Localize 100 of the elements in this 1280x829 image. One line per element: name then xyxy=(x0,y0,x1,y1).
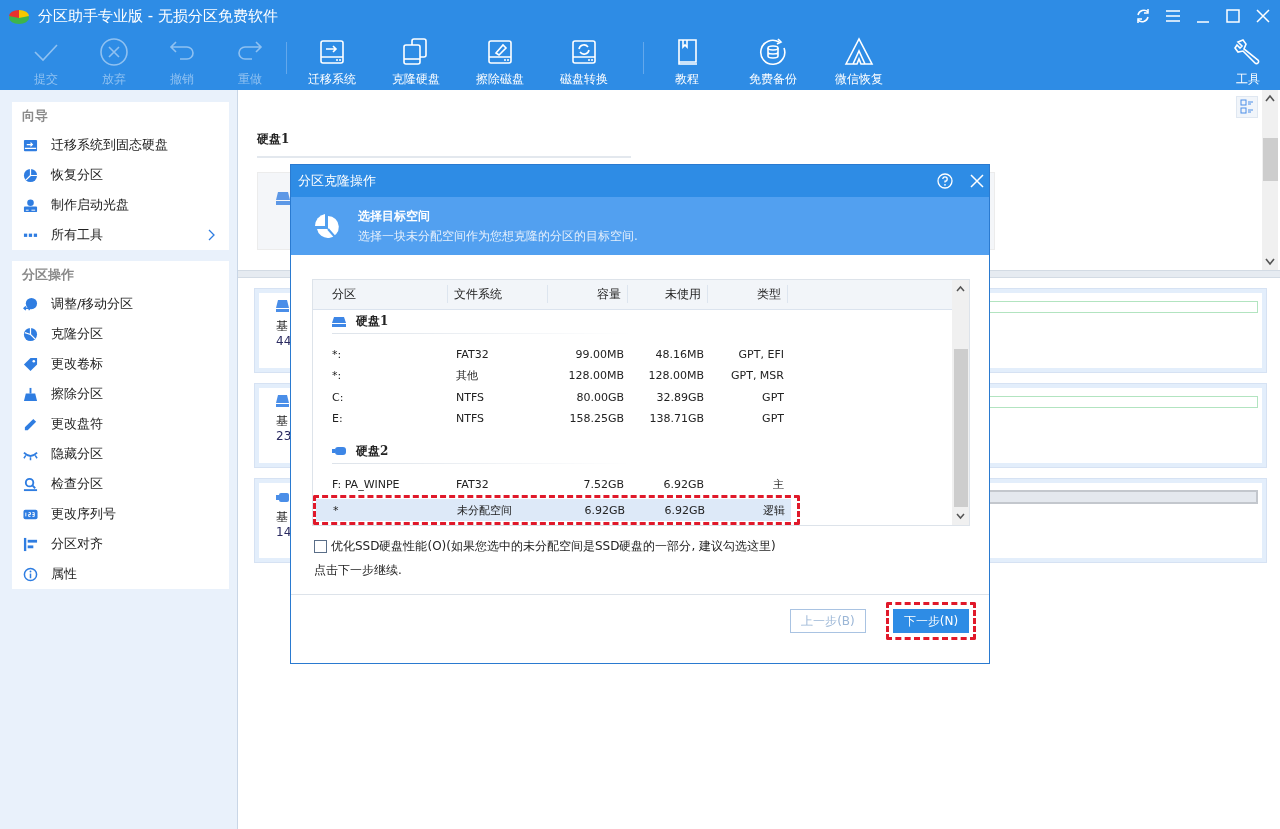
table-cell-text: 128.00MB xyxy=(567,369,625,383)
usb-drive-icon xyxy=(276,490,289,504)
disk-label: 基 xyxy=(276,319,288,333)
toolbar-button[interactable]: 擦除磁盘 xyxy=(458,32,542,90)
table-cell-text: FAT32 xyxy=(455,477,490,491)
column-header: 类型 xyxy=(708,285,788,304)
table-cell-text: 6.92GB xyxy=(583,503,626,517)
disk-label: 基 xyxy=(276,414,288,428)
checkbox-label[interactable]: 优化SSD硬盘性能(O)(如果您选中的未分配空间是SSD硬盘的一部分, 建议勾选这里) xyxy=(331,538,776,555)
table-cell-text: NTFS xyxy=(455,390,486,404)
table-cell-text: 主 xyxy=(772,476,785,492)
scroll-down-icon[interactable] xyxy=(1265,258,1275,266)
scroll-down-icon[interactable] xyxy=(956,513,965,520)
sidebar-item[interactable]: 更改盘符 xyxy=(12,409,229,439)
help-icon[interactable] xyxy=(937,173,953,189)
sidebar-item[interactable]: 隐藏分区 xyxy=(12,439,229,469)
toolbar-button[interactable]: 教程 xyxy=(644,32,730,90)
align-icon xyxy=(23,536,38,552)
drive-icon xyxy=(332,316,346,327)
table-row[interactable]: C: NTFS 80.00GB 32.89GB GPT xyxy=(315,386,790,408)
table-cell-text: 158.25GB xyxy=(568,411,625,425)
disk-title: 硬盘1 xyxy=(257,131,291,148)
sidebar-item[interactable]: 迁移系统到固态硬盘 xyxy=(12,130,229,160)
scroll-up-icon[interactable] xyxy=(956,285,965,292)
menu-icon[interactable] xyxy=(1164,7,1182,25)
view-toggle-icon[interactable] xyxy=(1236,96,1258,118)
pencil-icon xyxy=(23,416,38,432)
hint-text: 点击下一步继续. xyxy=(314,562,403,579)
table-cell-text: 80.00GB xyxy=(575,390,625,404)
sidebar-item[interactable]: 更改卷标 xyxy=(12,349,229,379)
table-cell-text: 7.52GB xyxy=(582,477,625,491)
magnifier-icon xyxy=(23,476,38,492)
table-cell-text: C: xyxy=(331,390,345,404)
app-logo-icon xyxy=(8,7,30,25)
drive-icon xyxy=(276,300,289,313)
usb-drive-icon xyxy=(332,446,346,457)
table-cell-text: 99.00MB xyxy=(574,348,625,362)
scrollbar-thumb[interactable] xyxy=(1262,138,1278,181)
close-icon[interactable] xyxy=(969,173,985,189)
sidebar-item[interactable]: 恢复分区 xyxy=(12,160,229,190)
table-row[interactable]: *: FAT32 99.00MB 48.16MB GPT, EFI xyxy=(315,344,790,366)
section-title: 分区操作 xyxy=(21,266,75,284)
sidebar-item[interactable]: 检查分区 xyxy=(12,469,229,499)
disk-name: 硬盘2 xyxy=(356,442,389,460)
column-header: 未使用 xyxy=(628,285,708,304)
table-cell-text: 未分配空间 xyxy=(456,502,513,518)
toolbar-button[interactable]: 微信恢复 xyxy=(816,32,902,90)
table-row[interactable]: E: NTFS 158.25GB 138.71GB GPT xyxy=(315,407,790,430)
database-icon xyxy=(757,36,789,68)
scroll-up-icon[interactable] xyxy=(1265,94,1275,102)
sidebar-item[interactable]: 克隆分区 xyxy=(12,319,229,349)
toolbar-button[interactable]: 免费备份 xyxy=(730,32,816,90)
toolbar-button[interactable]: 迁移系统 xyxy=(290,32,374,90)
maximize-icon[interactable] xyxy=(1224,7,1242,25)
table-cell-text: 138.71GB xyxy=(648,411,705,425)
close-icon[interactable] xyxy=(1254,7,1272,25)
table-cell-text: GPT xyxy=(761,390,785,404)
sidebar-item[interactable]: 调整/移动分区 xyxy=(12,289,229,319)
scrollbar-thumb[interactable] xyxy=(953,349,968,507)
info-icon xyxy=(23,566,38,582)
table-cell-text: GPT xyxy=(761,411,785,425)
drive-icon xyxy=(276,395,289,408)
tag-icon xyxy=(23,356,38,372)
toolbar-button[interactable]: 磁盘转换 xyxy=(542,32,626,90)
pie-chart-icon xyxy=(23,167,38,183)
table-cell-text: * xyxy=(332,503,340,517)
table-row[interactable]: *: 其他 128.00MB 128.00MB GPT, MSR xyxy=(315,365,790,387)
sidebar-item[interactable]: 分区对齐 xyxy=(12,529,229,559)
toolbar-button[interactable]: 工具 xyxy=(1216,32,1280,90)
disk-label: 基 xyxy=(276,510,288,524)
disk-size: 23 xyxy=(276,428,292,444)
checkbox[interactable] xyxy=(314,540,327,553)
table-cell-text: 32.89GB xyxy=(655,390,705,404)
sidebar-item[interactable]: 擦除分区 xyxy=(12,379,229,409)
disk-size: 14 xyxy=(276,524,292,540)
scrollbar[interactable] xyxy=(952,280,969,525)
sidebar-item[interactable]: 所有工具 xyxy=(12,220,229,250)
sidebar-item[interactable]: 更改序列号 xyxy=(12,499,229,529)
broom-icon xyxy=(23,386,38,402)
table-cell-text: F: PA_WINPE xyxy=(331,477,401,491)
table-cell-text: GPT, MSR xyxy=(730,369,785,383)
table-cell-text: E: xyxy=(331,411,344,425)
table-cell-text: 其他 xyxy=(455,368,479,384)
column-header: 容量 xyxy=(548,285,628,304)
scrollbar[interactable] xyxy=(1262,90,1278,270)
table-row[interactable]: * 未分配空间 6.92GB 6.92GB 逻辑 xyxy=(316,499,791,521)
table-cell-text: 128.00MB xyxy=(647,369,705,383)
sidebar-item[interactable]: 属性 xyxy=(12,559,229,589)
toolbar-button[interactable]: 克隆硬盘 xyxy=(374,32,458,90)
user-drive-icon xyxy=(23,197,38,213)
sidebar-item[interactable]: 制作启动光盘 xyxy=(12,190,229,220)
column-header: 文件系统 xyxy=(448,285,548,304)
triangle-icon xyxy=(843,36,875,68)
table-row[interactable]: F: PA_WINPE FAT32 7.52GB 6.92GB 主 xyxy=(315,473,790,495)
dialog-title: 分区克隆操作 xyxy=(298,172,377,190)
table-cell-text: *: xyxy=(331,369,343,383)
refresh-icon[interactable] xyxy=(1134,7,1152,25)
next-button[interactable]: 下一步(N) xyxy=(893,609,969,633)
window-title: 分区助手专业版 - 无损分区免费软件 xyxy=(38,6,278,26)
table-cell-text: 6.92GB xyxy=(663,503,706,517)
